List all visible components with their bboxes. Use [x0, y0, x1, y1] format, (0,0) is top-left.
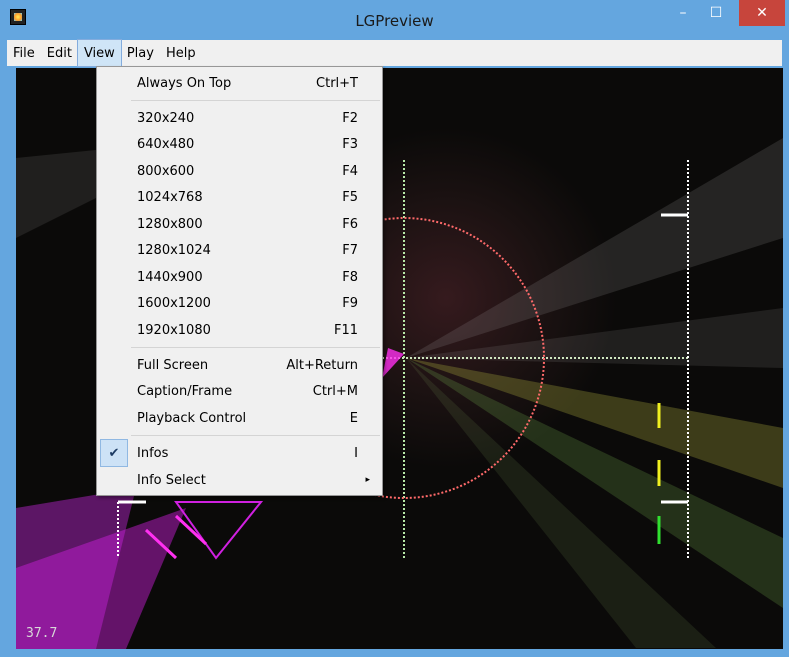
menu-item-label: 1920x1080: [137, 322, 211, 338]
menu-item-shortcut: F4: [342, 163, 358, 179]
menu-item-label: Caption/Frame: [137, 383, 233, 399]
minimize-button[interactable]: –: [668, 0, 698, 26]
menu-item-label: Info Select: [137, 472, 206, 488]
menu-item-1440x900[interactable]: 1440x900 F8: [97, 264, 382, 290]
menu-item-caption-frame[interactable]: Caption/Frame Ctrl+M: [97, 378, 382, 404]
menu-edit[interactable]: Edit: [41, 40, 78, 66]
menu-item-1920x1080[interactable]: 1920x1080 F11: [97, 317, 382, 343]
fps-readout: 37.7: [26, 626, 58, 641]
menu-item-label: 1440x900: [137, 269, 203, 285]
menu-item-label: 1280x800: [137, 216, 203, 232]
menu-item-info-select[interactable]: Info Select ▸: [97, 467, 382, 493]
submenu-arrow-icon: ▸: [365, 475, 370, 485]
menu-item-label: Playback Control: [137, 410, 247, 426]
checkmark-icon: ✔: [100, 439, 128, 467]
menu-item-label: 1280x1024: [137, 242, 211, 258]
menu-item-1280x800[interactable]: 1280x800 F6: [97, 211, 382, 237]
menu-item-shortcut: F7: [342, 242, 358, 258]
menu-item-label: 640x480: [137, 136, 195, 152]
menu-play[interactable]: Play: [121, 40, 160, 66]
menu-item-label: 1024x768: [137, 189, 203, 205]
close-button[interactable]: ✕: [739, 0, 785, 26]
menu-item-shortcut: F11: [333, 322, 358, 338]
menu-help[interactable]: Help: [160, 40, 202, 66]
menu-item-shortcut: Ctrl+M: [312, 383, 358, 399]
menu-item-1600x1200[interactable]: 1600x1200 F9: [97, 290, 382, 316]
menu-item-640x480[interactable]: 640x480 F3: [97, 131, 382, 157]
maximize-button[interactable]: ☐: [698, 0, 734, 26]
menu-item-shortcut: F9: [342, 295, 358, 311]
view-menu-dropdown: Always On Top Ctrl+T 320x240 F2 640x480 …: [96, 66, 383, 496]
menu-item-label: Infos: [137, 445, 169, 461]
menu-item-shortcut: Ctrl+T: [316, 75, 358, 91]
menu-item-shortcut: F8: [342, 269, 358, 285]
menu-item-shortcut: E: [349, 410, 358, 426]
menu-item-shortcut: F2: [342, 110, 358, 126]
menu-item-shortcut: Alt+Return: [286, 357, 358, 373]
menu-item-label: Always On Top: [137, 75, 232, 91]
menu-item-always-on-top[interactable]: Always On Top Ctrl+T: [97, 70, 382, 96]
menu-item-label: Full Screen: [137, 357, 209, 373]
menu-view[interactable]: View: [76, 39, 122, 67]
title-bar[interactable]: LGPreview – ☐ ✕: [0, 0, 789, 40]
menu-item-label: 1600x1200: [137, 295, 211, 311]
menu-item-1024x768[interactable]: 1024x768 F5: [97, 184, 382, 210]
menu-separator: [131, 435, 380, 436]
menu-item-800x600[interactable]: 800x600 F4: [97, 158, 382, 184]
menu-item-full-screen[interactable]: Full Screen Alt+Return: [97, 352, 382, 378]
menu-item-shortcut: I: [354, 445, 358, 461]
menu-separator: [131, 100, 380, 101]
menu-item-label: 320x240: [137, 110, 195, 126]
menu-bar: File Edit View Play Help: [7, 39, 782, 67]
menu-item-label: 800x600: [137, 163, 195, 179]
menu-item-shortcut: F6: [342, 216, 358, 232]
menu-item-shortcut: F5: [342, 189, 358, 205]
menu-item-infos[interactable]: ✔ Infos I: [97, 439, 382, 467]
app-window: LGPreview – ☐ ✕ File Edit View Play Help: [0, 0, 789, 657]
menu-item-shortcut: F3: [342, 136, 358, 152]
menu-item-320x240[interactable]: 320x240 F2: [97, 105, 382, 131]
menu-separator: [131, 347, 380, 348]
menu-item-1280x1024[interactable]: 1280x1024 F7: [97, 237, 382, 263]
menu-item-playback-control[interactable]: Playback Control E: [97, 405, 382, 431]
menu-file[interactable]: File: [7, 40, 41, 66]
